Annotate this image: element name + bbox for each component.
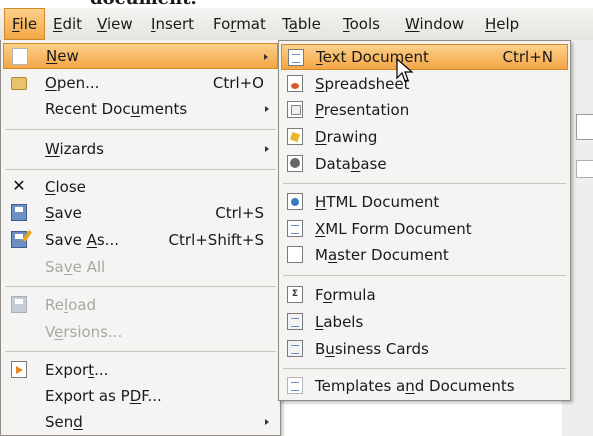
new-drawing[interactable]: Drawing [281,124,568,150]
file-menu-send[interactable]: Send [3,409,278,435]
submenu-arrow-icon [265,106,269,112]
background-field [576,114,593,140]
new-database[interactable]: Database [281,151,568,177]
drawing-icon [287,128,303,145]
menu-edit[interactable]: Edit [46,8,89,40]
new-spreadsheet[interactable]: Spreadsheet [281,71,568,97]
new-xml-form-document[interactable]: XML Form Document [281,216,568,242]
menu-tools[interactable]: Tools [336,8,387,40]
submenu-arrow-icon [265,419,269,425]
submenu-arrow-icon [264,54,268,60]
menu-separator [5,169,276,170]
background-ruler [576,160,593,178]
presentation-icon [287,101,303,118]
folder-open-icon [11,77,27,90]
new-formula[interactable]: Σ Formula [281,282,568,308]
reload-icon [11,296,27,313]
file-menu-export-as-pdf[interactable]: Export as PDF... [3,383,278,409]
open-shortcut: Ctrl+O [212,74,264,92]
new-text-document[interactable]: Text Document Ctrl+N [281,44,568,70]
save-shortcut: Ctrl+S [215,204,264,222]
submenu-arrow-icon [265,146,269,152]
file-menu: New Open... Ctrl+O Recent Documents Wiza… [0,40,281,436]
menubar: File Edit View Insert Format Table Tools… [0,8,593,41]
save-as-icon [11,231,27,248]
file-menu-save-all: Save All [45,258,106,276]
menu-separator [283,275,566,276]
file-menu-wizards[interactable]: Wizards [3,136,278,162]
database-icon [287,155,303,172]
new-presentation[interactable]: Presentation [281,97,568,123]
file-menu-save-as[interactable]: Save As... Ctrl+Shift+S [3,227,278,253]
new-document-icon [12,48,28,65]
file-menu-recent-documents[interactable]: Recent Documents [3,96,278,122]
file-menu-new[interactable]: New [3,43,278,69]
spreadsheet-icon [287,75,303,92]
master-document-icon [287,246,303,263]
file-menu-versions: Versions... [45,323,123,341]
new-html-document[interactable]: HTML Document [281,189,568,215]
document-title-fragment: document. [90,0,197,9]
menu-separator [5,129,276,130]
new-business-cards[interactable]: Business Cards [281,336,568,362]
text-document-shortcut: Ctrl+N [502,48,553,66]
templates-icon [287,377,303,394]
menu-insert[interactable]: Insert [144,8,201,40]
menu-separator [5,351,276,352]
close-icon: ✕ [12,176,26,195]
menu-help[interactable]: Help [478,8,526,40]
menu-separator [5,286,276,287]
file-menu-open[interactable]: Open... Ctrl+O [3,70,278,96]
menu-format[interactable]: Format [206,8,273,40]
file-menu-close[interactable]: ✕ Close [3,174,278,200]
menu-file[interactable]: File [4,8,46,40]
business-cards-icon [287,340,303,357]
export-icon [11,361,27,378]
new-submenu: Text Document Ctrl+N Spreadsheet Present… [278,40,571,401]
menu-window[interactable]: Window [398,8,471,40]
formula-icon: Σ [287,286,303,303]
html-document-icon [287,193,303,210]
xml-form-document-icon [287,220,303,237]
menu-separator [283,368,566,369]
new-labels[interactable]: Labels [281,309,568,335]
menu-view[interactable]: View [90,8,140,40]
save-icon [11,204,27,221]
menu-separator [283,183,566,184]
menu-table[interactable]: Table [275,8,328,40]
save-as-shortcut: Ctrl+Shift+S [168,231,264,249]
new-templates-and-documents[interactable]: Templates and Documents [281,373,568,399]
mouse-cursor-icon [396,58,414,82]
labels-icon [287,313,303,330]
file-menu-reload: Reload [3,292,278,318]
new-master-document[interactable]: Master Document [281,242,568,268]
text-document-icon [288,49,304,66]
file-menu-export[interactable]: Export... [3,357,278,383]
file-menu-save[interactable]: Save Ctrl+S [3,200,278,226]
